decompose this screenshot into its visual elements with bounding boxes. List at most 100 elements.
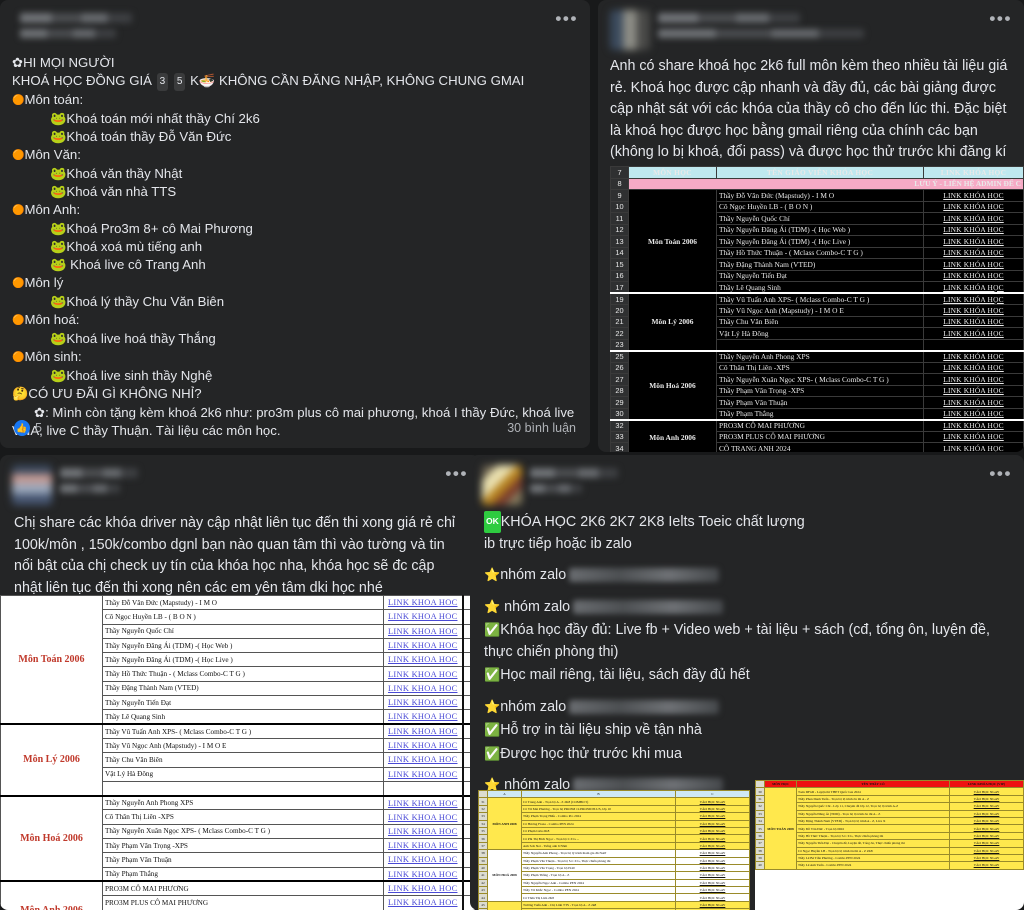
course-link[interactable]: LINK KHOA HOC <box>383 710 463 724</box>
post-1-header: ••• <box>0 0 590 48</box>
course-link[interactable]: VÀO HỌC NGAY <box>676 798 750 805</box>
avatar[interactable] <box>482 465 522 505</box>
course-link[interactable]: VÀO HỌC NGAY <box>676 842 750 849</box>
course-link[interactable]: VÀO HỌC NGAY <box>950 847 1024 854</box>
ellipsis-icon[interactable]: ••• <box>555 14 578 24</box>
pinwheel-icon: ✿ <box>12 54 23 72</box>
course-link[interactable]: LINK KHOA HOC <box>383 881 463 895</box>
course-link[interactable]: VÀO HỌC NGAY <box>676 879 750 886</box>
course-link[interactable]: LINK KHÓA HỌC <box>924 408 1024 420</box>
course-link[interactable]: LINK KHOA HOC <box>383 653 463 667</box>
course-link[interactable]: LINK KHÓA HỌC <box>924 397 1024 409</box>
course-link[interactable]: VÀO HỌC NGAY <box>950 803 1024 810</box>
course-link[interactable]: LINK KHOA HOC <box>383 638 463 652</box>
ellipsis-icon[interactable]: ••• <box>989 469 1012 479</box>
course-link[interactable]: LINK KHOA HOC <box>383 624 463 638</box>
course-link[interactable]: VÀO HỌC NGAY <box>950 788 1024 795</box>
course-link[interactable]: LINK KHÓA HỌC <box>924 316 1024 328</box>
teacher-cell: Thầy Nguyễn Quốc Chí <box>717 213 924 225</box>
teacher-cell: Thầy Nguyễn Tiến Đạt <box>103 696 384 710</box>
teacher-cell: Cô Ngọc Huyền LB - Trọn bộ lộ trình ôn t… <box>797 847 950 854</box>
course-link[interactable]: VÀO HỌC NGAY <box>676 835 750 842</box>
course-link[interactable]: VÀO HỌC NGAY <box>676 872 750 879</box>
course-link[interactable]: LINK KHÓA HỌC <box>924 351 1024 363</box>
post-1-line: 🟠Môn toán: <box>12 91 578 110</box>
frog-icon: 🐸 <box>50 330 66 348</box>
avatar[interactable] <box>610 10 650 50</box>
course-link[interactable]: LINK KHÓA HỌC <box>924 270 1024 282</box>
course-link[interactable]: LINK KHOA HOC <box>383 839 463 853</box>
course-link[interactable]: VÀO HỌC NGAY <box>950 795 1024 802</box>
course-link[interactable]: LINK KHÓA HỌC <box>924 431 1024 443</box>
course-link[interactable]: VÀO HỌC NGAY <box>676 864 750 871</box>
subject-cell: Môn Hoá 2006 <box>1 796 103 882</box>
course-link[interactable]: LINK KHÓA HỌC <box>924 293 1024 305</box>
teacher-cell: Anh Sơn Net - Tiếng anh 6 Năm <box>522 842 676 849</box>
course-link[interactable]: LINK KHÓA HỌC <box>924 259 1024 271</box>
course-link[interactable]: VÀO HỌC NGAY <box>676 857 750 864</box>
teacher-cell: Cô Thân Thị Liên 2K8 <box>522 894 676 901</box>
teacher-cell: Cô Trang Anh - Trọn bộ A - Z 2K8 (COMBO … <box>522 798 676 805</box>
table-row: 25Môn Hoá 2006Thầy Nguyễn Anh Phong XPSL… <box>611 351 1024 363</box>
course-link[interactable]: VÀO HỌC NGAY <box>676 901 750 908</box>
table-row: MÔN HỌCTÊN THẦY CÔLINK KHÓA HỌC (VIP) <box>756 781 1024 788</box>
course-link[interactable]: VÀO HỌC NGAY <box>676 887 750 894</box>
course-link[interactable]: LINK KHÓA HỌC <box>924 374 1024 386</box>
course-link[interactable]: VÀO HỌC NGAY <box>950 825 1024 832</box>
teacher-cell: Thầy Hồ Thức Thuận - ( Mclass Combo-C T … <box>717 247 924 259</box>
course-link[interactable]: LINK KHOA HOC <box>383 853 463 867</box>
course-link[interactable]: LINK KHÓA HỌC <box>924 236 1024 248</box>
course-link[interactable]: LINK KHOA HOC <box>383 810 463 824</box>
course-link[interactable]: LINK KHOA HOC <box>383 824 463 838</box>
course-link[interactable]: LINK KHOA HOC <box>383 896 463 910</box>
course-link[interactable]: LINK KHÓA HỌC <box>924 420 1024 432</box>
course-link[interactable]: LINK KHOA HOC <box>383 596 463 610</box>
course-link[interactable]: VÀO HỌC NGAY <box>950 810 1024 817</box>
course-link[interactable]: LINK KHOA HOC <box>383 738 463 752</box>
course-link[interactable]: LINK KHOA HOC <box>383 610 463 624</box>
pot-icon: 🟠 <box>12 312 24 330</box>
course-link[interactable]: LINK KHÓA HỌC <box>924 201 1024 213</box>
course-link[interactable]: VÀO HỌC NGAY <box>676 850 750 857</box>
course-link[interactable]: VÀO HỌC NGAY <box>676 894 750 901</box>
course-link[interactable]: LINK KHÓA HỌC <box>924 328 1024 340</box>
course-link[interactable]: LINK KHÓA HỌC <box>924 282 1024 294</box>
course-link[interactable]: LINK KHOA HOC <box>383 696 463 710</box>
avatar[interactable] <box>12 465 52 505</box>
course-link[interactable]: VÀO HỌC NGAY <box>676 820 750 827</box>
post-1-line-text: Môn hoá: <box>24 312 79 327</box>
course-link[interactable]: LINK KHÓA HỌC <box>924 443 1024 453</box>
course-link[interactable]: LINK KHÓA HỌC <box>924 213 1024 225</box>
pot-icon: 🟠 <box>12 275 24 293</box>
course-link[interactable]: LINK KHOA HOC <box>383 667 463 681</box>
reaction-summary[interactable]: 👍 5 <box>14 420 42 436</box>
ellipsis-icon[interactable]: ••• <box>445 469 468 479</box>
course-link[interactable] <box>924 339 1024 351</box>
teacher-cell: Thầy Hồ Thức Thuận - ( Mclass Combo-C T … <box>103 667 384 681</box>
course-link[interactable]: VÀO HỌC NGAY <box>950 817 1024 824</box>
teacher-cell: Thầy Nguyễn Quốc Chí <box>103 624 384 638</box>
course-link[interactable]: LINK KHOA HOC <box>383 724 463 738</box>
course-link[interactable]: LINK KHOA HOC <box>383 753 463 767</box>
post-4-header: ••• <box>470 455 1024 509</box>
course-link[interactable]: VÀO HỌC NGAY <box>676 827 750 834</box>
course-link[interactable]: LINK KHOA HOC <box>383 796 463 810</box>
course-link[interactable]: VÀO HỌC NGAY <box>950 832 1024 839</box>
course-link[interactable]: LINK KHÓA HỌC <box>924 224 1024 236</box>
course-link[interactable]: LINK KHÓA HỌC <box>924 305 1024 317</box>
course-link[interactable]: VÀO HỌC NGAY <box>676 805 750 812</box>
comment-count[interactable]: 30 bình luận <box>507 421 576 435</box>
course-link[interactable]: LINK KHÓA HỌC <box>924 190 1024 202</box>
course-link[interactable]: LINK KHOA HOC <box>383 681 463 695</box>
course-link[interactable]: LINK KHOA HOC <box>383 867 463 881</box>
course-link[interactable] <box>383 781 463 795</box>
course-link[interactable]: VÀO HỌC NGAY <box>676 813 750 820</box>
course-link[interactable]: LINK KHÓA HỌC <box>924 247 1024 259</box>
course-link[interactable]: LINK KHÓA HỌC <box>924 362 1024 374</box>
ellipsis-icon[interactable]: ••• <box>989 14 1012 24</box>
course-link[interactable]: VÀO HỌC NGAY <box>950 840 1024 847</box>
course-link[interactable]: VÀO HỌC NGAY <box>950 862 1024 869</box>
course-link[interactable]: LINK KHÓA HỌC <box>924 385 1024 397</box>
course-link[interactable]: VÀO HỌC NGAY <box>950 854 1024 861</box>
course-link[interactable]: LINK KHOA HOC <box>383 767 463 781</box>
